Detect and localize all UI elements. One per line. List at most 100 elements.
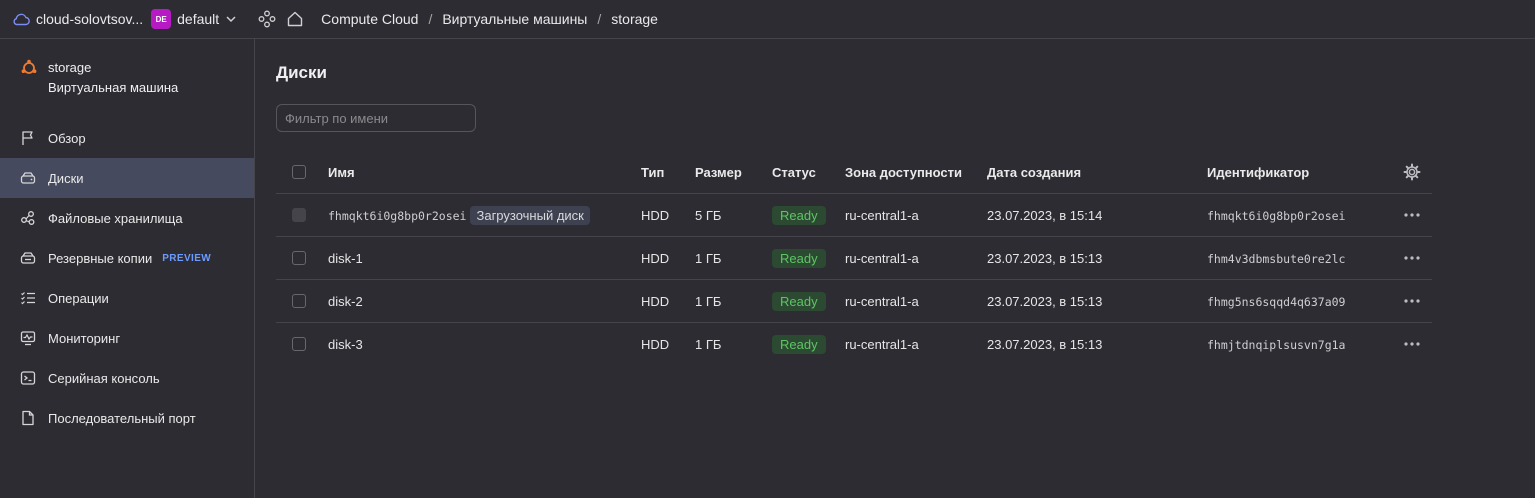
sidebar-item-label: Операции [48, 290, 109, 306]
cloud-icon [13, 13, 30, 26]
disk-name[interactable]: disk-1 [328, 236, 641, 280]
cloud-name: cloud-solovtsov... [36, 11, 144, 27]
sidebar-item-label: Резервные копии [48, 250, 153, 266]
sidebar-item-serial-port[interactable]: Последовательный порт [0, 398, 254, 438]
sidebar-item-label: Диски [48, 170, 84, 186]
row-checkbox [292, 208, 306, 222]
name-filter-input[interactable] [276, 104, 476, 132]
disk-type: HDD [641, 236, 695, 280]
services-icon[interactable] [257, 9, 277, 29]
sidebar-item-label: Обзор [48, 130, 86, 146]
table-header: Имя Тип Размер Статус Зона доступности Д… [276, 151, 1432, 194]
sidebar-item-label: Файловые хранилища [48, 210, 183, 226]
table-row[interactable]: disk-2 HDD 1 ГБ Ready ru-central1-a 23.0… [276, 279, 1432, 323]
select-all-checkbox[interactable] [292, 165, 306, 179]
disk-id: fhmjtdnqiplsusvn7g1a [1207, 337, 1346, 352]
terminal-icon [20, 370, 36, 386]
status-badge: Ready [772, 248, 826, 268]
column-header-id[interactable]: Идентификатор [1207, 151, 1392, 194]
status-badge: Ready [772, 334, 826, 354]
more-actions-icon[interactable] [1392, 341, 1432, 347]
disk-zone: ru-central1-a [845, 279, 987, 323]
disk-name[interactable]: disk-2 [328, 279, 641, 323]
sidebar-nav: Обзор Диски Файловые хранилища Резервные… [0, 118, 254, 438]
table-row[interactable]: disk-1 HDD 1 ГБ Ready ru-central1-a 23.0… [276, 236, 1432, 280]
sidebar-item-backups[interactable]: Резервные копии PREVIEW [0, 238, 254, 278]
preview-badge: PREVIEW [162, 252, 212, 264]
vm-type: Виртуальная машина [48, 80, 179, 95]
sidebar-item-serial-console[interactable]: Серийная консоль [0, 358, 254, 398]
folder-avatar[interactable]: DE [151, 9, 172, 29]
vm-header: storage Виртуальная машина [20, 59, 178, 99]
more-actions-icon[interactable] [1392, 212, 1432, 218]
column-header-size[interactable]: Размер [695, 151, 772, 194]
breadcrumb-compute-cloud[interactable]: Compute Cloud [321, 11, 418, 27]
breadcrumb-virtual-machines[interactable]: Виртуальные машины [442, 11, 587, 27]
breadcrumb-separator: / [428, 11, 433, 27]
row-checkbox[interactable] [292, 251, 306, 265]
sidebar-item-label: Серийная консоль [48, 370, 160, 386]
disk-zone: ru-central1-a [845, 336, 919, 352]
disk-name[interactable]: fhmqkt6i0g8bp0r2osei [328, 209, 466, 223]
disk-created: 23.07.2023, в 15:13 [987, 236, 1207, 280]
column-header-created[interactable]: Дата создания [987, 151, 1207, 194]
cloud-switcher[interactable]: cloud-solovtsov... [12, 11, 143, 27]
boot-disk-tag: Загрузочный диск [470, 205, 590, 225]
chevron-down-icon[interactable] [225, 13, 237, 25]
flag-icon [20, 130, 36, 146]
disk-size: 1 ГБ [695, 336, 722, 352]
sidebar-item-label: Последовательный порт [48, 410, 196, 426]
folder-name[interactable]: default [177, 11, 219, 27]
disk-name[interactable]: disk-3 [328, 323, 641, 366]
operations-list-icon [20, 290, 36, 306]
sidebar-item-overview[interactable]: Обзор [0, 118, 254, 158]
disk-size: 5 ГБ [695, 193, 772, 237]
top-bar: cloud-solovtsov... DE default Compute Cl… [0, 0, 1535, 39]
row-checkbox[interactable] [292, 337, 306, 351]
disk-created: 23.07.2023, в 15:13 [987, 336, 1103, 352]
more-actions-icon[interactable] [1392, 298, 1432, 304]
file-storage-icon [20, 210, 36, 226]
main-content: Диски Имя Тип Размер Статус Зона доступн… [256, 39, 1535, 498]
status-badge: Ready [772, 205, 826, 225]
disk-created: 23.07.2023, в 15:14 [987, 193, 1207, 237]
disk-zone: ru-central1-a [845, 193, 987, 237]
backup-icon [20, 250, 36, 266]
monitoring-icon [20, 330, 36, 346]
disk-type: HDD [641, 193, 695, 237]
disk-size: 1 ГБ [695, 236, 772, 280]
disk-size: 1 ГБ [695, 279, 772, 323]
more-actions-icon[interactable] [1392, 255, 1432, 261]
disk-created: 23.07.2023, в 15:13 [987, 279, 1207, 323]
disk-type: HDD [641, 279, 695, 323]
disk-icon [20, 170, 36, 186]
sidebar-item-monitoring[interactable]: Мониторинг [0, 318, 254, 358]
page-title: Диски [276, 63, 327, 82]
home-icon[interactable] [285, 9, 305, 29]
gear-icon[interactable] [1392, 163, 1432, 181]
column-header-zone[interactable]: Зона доступности [845, 151, 987, 194]
sidebar-item-operations[interactable]: Операции [0, 278, 254, 318]
breadcrumb-storage[interactable]: storage [611, 11, 658, 27]
breadcrumb-separator: / [597, 11, 602, 27]
file-icon [20, 410, 36, 426]
vm-name: storage [48, 60, 92, 75]
sidebar-item-disks[interactable]: Диски [0, 158, 254, 198]
row-checkbox[interactable] [292, 294, 306, 308]
sidebar-item-file-storages[interactable]: Файловые хранилища [0, 198, 254, 238]
status-badge: Ready [772, 291, 826, 311]
breadcrumb: Compute Cloud / Виртуальные машины / sto… [321, 11, 658, 27]
disks-table: Имя Тип Размер Статус Зона доступности Д… [276, 151, 1432, 365]
disk-id: fhmqkt6i0g8bp0r2osei [1207, 208, 1346, 223]
disk-id: fhm4v3dbmsbute0re2lc [1207, 251, 1346, 266]
column-header-status[interactable]: Статус [772, 151, 845, 194]
disk-id: fhmg5ns6sqqd4q637a09 [1207, 294, 1346, 309]
disk-type: HDD [641, 336, 670, 352]
ubuntu-icon [21, 59, 37, 74]
table-row[interactable]: disk-3 HDD 1 ГБ Ready ru-central1-a 23.0… [276, 323, 1432, 366]
sidebar-item-label: Мониторинг [48, 330, 121, 346]
disk-zone: ru-central1-a [845, 236, 987, 280]
column-header-name[interactable]: Имя [328, 151, 641, 194]
column-header-type[interactable]: Тип [641, 151, 695, 194]
table-row[interactable]: fhmqkt6i0g8bp0r2osei Загрузочный диск HDD… [276, 193, 1432, 237]
